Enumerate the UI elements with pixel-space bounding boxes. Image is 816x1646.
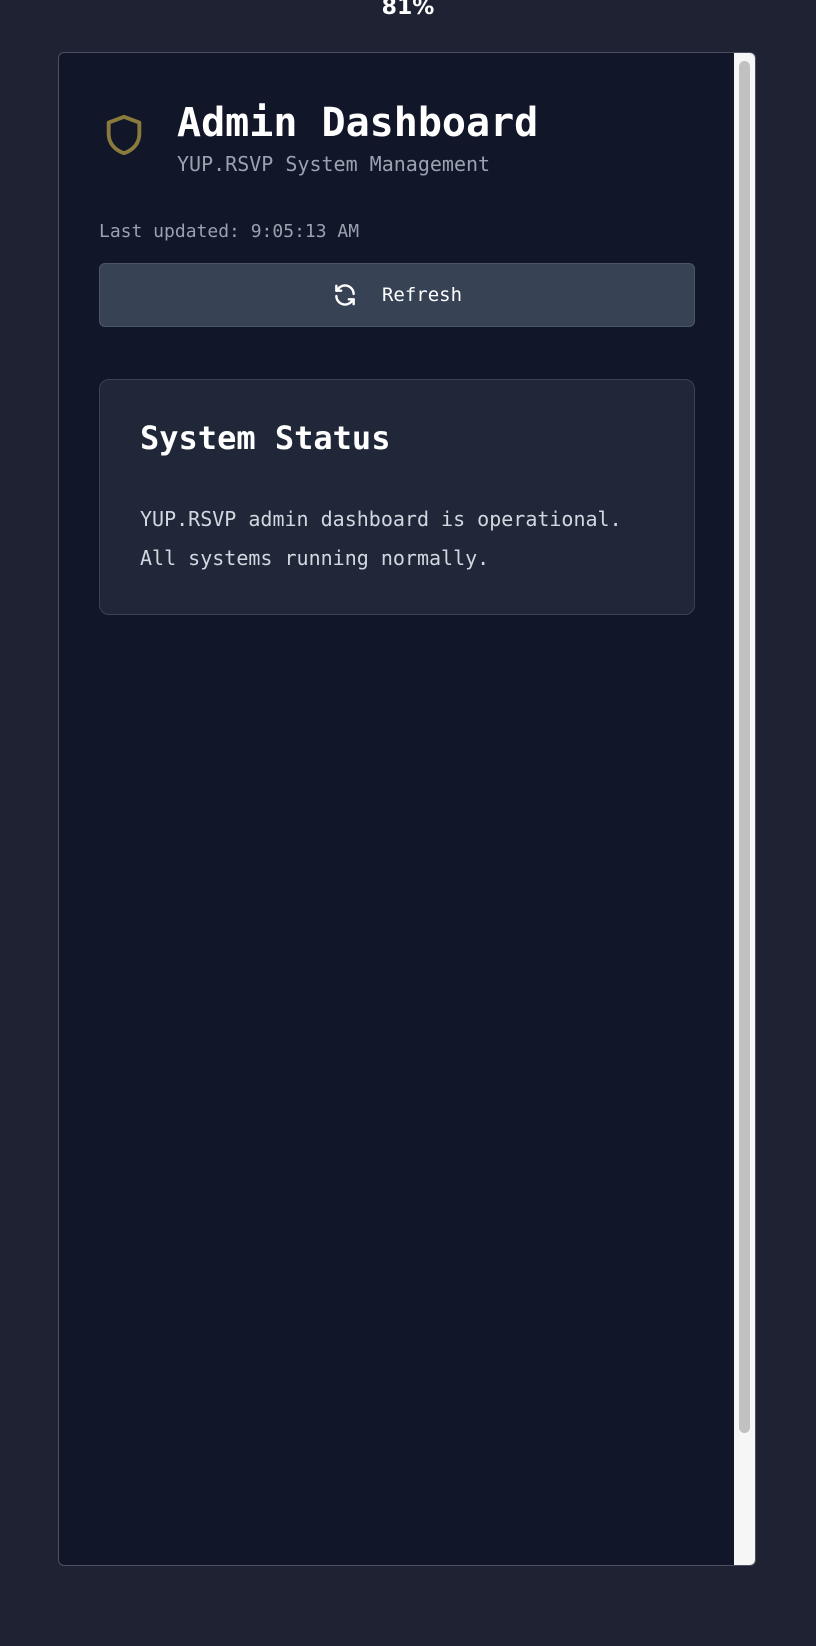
page-title: Admin Dashboard <box>177 100 539 146</box>
refresh-button-label: Refresh <box>381 284 463 306</box>
refresh-button[interactable]: Refresh <box>99 263 695 327</box>
scrollbar-thumb[interactable] <box>739 61 750 1433</box>
zoom-level: 81% <box>381 0 435 20</box>
last-updated-text: Last updated: 9:05:13 AM <box>99 221 360 242</box>
status-card-title: System Status <box>140 419 391 457</box>
dashboard-window: Admin Dashboard YUP.RSVP System Manageme… <box>58 52 756 1566</box>
status-card-text: YUP.RSVP admin dashboard is operational.… <box>140 507 622 570</box>
dashboard-header: Admin Dashboard YUP.RSVP System Manageme… <box>99 97 695 187</box>
shield-icon <box>106 114 142 156</box>
page-subtitle: YUP.RSVP System Management <box>177 152 491 176</box>
scrollbar-track[interactable] <box>734 53 755 1565</box>
system-status-card: System Status YUP.RSVP admin dashboard i… <box>99 379 695 615</box>
refresh-icon <box>335 284 355 306</box>
